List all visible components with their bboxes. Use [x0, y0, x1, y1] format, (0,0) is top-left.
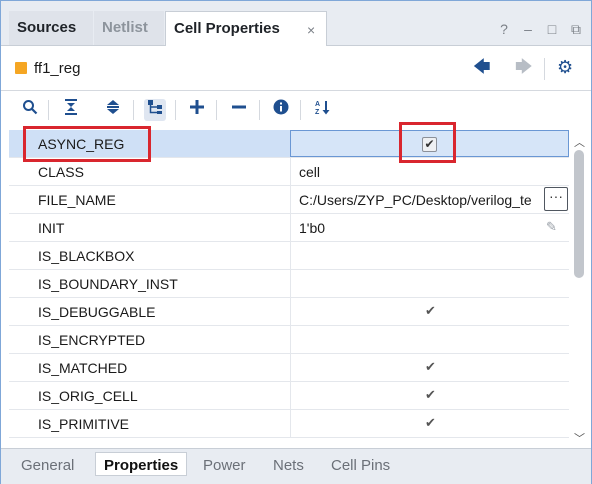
property-value-cell[interactable] [290, 270, 569, 297]
window-controls: ? – □ ⧉ [497, 21, 583, 37]
divider [133, 100, 134, 120]
add-icon[interactable] [186, 99, 208, 121]
minimize-icon[interactable]: – [521, 21, 535, 37]
property-name: INIT [38, 220, 65, 236]
info-icon[interactable] [270, 99, 292, 121]
checkmark-icon: ✔ [425, 303, 436, 318]
property-value-cell[interactable]: ✔ [290, 298, 569, 325]
tab-cell-properties[interactable]: Cell Properties [165, 11, 327, 46]
table-row[interactable]: IS_ORIG_CELL ✔ [9, 382, 569, 410]
divider [175, 100, 176, 120]
scroll-up-icon[interactable]: ︿ [574, 134, 585, 150]
tab-cell-pins[interactable]: Cell Pins [331, 457, 390, 474]
table-row[interactable]: CLASS cell [9, 158, 569, 186]
remove-icon[interactable] [228, 99, 250, 121]
property-value-cell[interactable]: ✔ [290, 382, 569, 409]
property-name: IS_BLACKBOX [38, 248, 135, 264]
property-name: IS_MATCHED [38, 360, 128, 376]
table-row[interactable]: INIT 1'b0 ✎ [9, 214, 569, 242]
property-name: IS_BOUNDARY_INST [38, 276, 178, 292]
table-row[interactable]: IS_DEBUGGABLE ✔ [9, 298, 569, 326]
vertical-scrollbar[interactable]: ︿ ﹀ [571, 130, 587, 446]
tab-sources[interactable]: Sources [9, 11, 93, 45]
maximize-icon[interactable]: □ [545, 21, 559, 37]
divider [48, 100, 49, 120]
svg-text:A: A [315, 101, 320, 108]
checkmark-icon: ✔ [425, 359, 436, 374]
table-row[interactable]: FILE_NAME C:/Users/ZYP_PC/Desktop/verilo… [9, 186, 569, 214]
tab-bar: Sources Netlist Cell Properties × ? – □ … [1, 1, 591, 46]
property-value: cell [299, 164, 321, 180]
toolbar: AZ [1, 91, 591, 127]
property-name: IS_ORIG_CELL [38, 388, 138, 404]
table-row[interactable]: IS_ENCRYPTED [9, 326, 569, 354]
highlight-box-property-name [23, 126, 151, 162]
property-value: C:/Users/ZYP_PC/Desktop/verilog_te [299, 192, 532, 208]
table-row[interactable]: IS_BLACKBOX [9, 242, 569, 270]
scrollbar-thumb[interactable] [574, 150, 584, 278]
gear-icon[interactable]: ⚙ [557, 58, 573, 76]
bottom-tab-bar: General Properties Power Nets Cell Pins [1, 448, 591, 484]
property-value-cell[interactable] [290, 326, 569, 353]
cell-name: ff1_reg [34, 60, 81, 77]
close-icon[interactable]: × [307, 22, 315, 38]
cell-icon [15, 62, 27, 74]
property-value-cell[interactable]: 1'b0 ✎ [290, 214, 569, 241]
table-row[interactable]: IS_PRIMITIVE ✔ [9, 410, 569, 438]
browse-button[interactable]: ··· [544, 187, 568, 211]
property-value-cell[interactable]: C:/Users/ZYP_PC/Desktop/verilog_te ··· [290, 186, 569, 213]
cell-header: ff1_reg 🡄 🡆 ⚙ [1, 46, 591, 91]
properties-table: ASYNC_REG ✔ CLASS cell FILE_NAME C:/User… [9, 130, 569, 442]
property-name: FILE_NAME [38, 192, 116, 208]
float-icon[interactable]: ⧉ [569, 21, 583, 37]
table-row[interactable]: IS_BOUNDARY_INST [9, 270, 569, 298]
back-arrow-icon[interactable]: 🡄 [473, 58, 491, 76]
tab-general[interactable]: General [21, 457, 74, 474]
property-value-cell[interactable] [290, 242, 569, 269]
pencil-icon[interactable]: ✎ [546, 219, 557, 235]
property-name: IS_DEBUGGABLE [38, 304, 156, 320]
tab-netlist[interactable]: Netlist [94, 11, 164, 45]
checkmark-icon: ✔ [425, 415, 436, 430]
property-name: IS_PRIMITIVE [38, 416, 130, 432]
forward-arrow-icon[interactable]: 🡆 [515, 58, 533, 76]
property-value: 1'b0 [299, 220, 326, 236]
cell-properties-panel: Sources Netlist Cell Properties × ? – □ … [0, 0, 592, 484]
divider [544, 58, 545, 80]
divider [216, 100, 217, 120]
hierarchy-icon[interactable] [144, 99, 166, 121]
help-icon[interactable]: ? [497, 21, 511, 37]
divider [259, 100, 260, 120]
expand-all-icon[interactable] [102, 99, 124, 121]
table-row[interactable]: IS_MATCHED ✔ [9, 354, 569, 382]
checkmark-icon: ✔ [425, 387, 436, 402]
property-value-cell[interactable]: ✔ [290, 410, 569, 437]
property-name: IS_ENCRYPTED [38, 332, 146, 348]
highlight-box-checkbox [399, 122, 456, 163]
property-name: CLASS [38, 164, 84, 180]
collapse-all-icon[interactable] [60, 99, 82, 121]
property-value-cell[interactable]: ✔ [290, 354, 569, 381]
tab-nets[interactable]: Nets [273, 457, 304, 474]
search-icon[interactable] [19, 99, 41, 121]
scroll-down-icon[interactable]: ﹀ [574, 430, 585, 446]
divider [300, 100, 301, 120]
svg-text:Z: Z [315, 109, 320, 115]
sort-az-icon[interactable]: AZ [312, 99, 334, 121]
tab-power[interactable]: Power [203, 457, 246, 474]
tab-properties[interactable]: Properties [95, 452, 188, 476]
